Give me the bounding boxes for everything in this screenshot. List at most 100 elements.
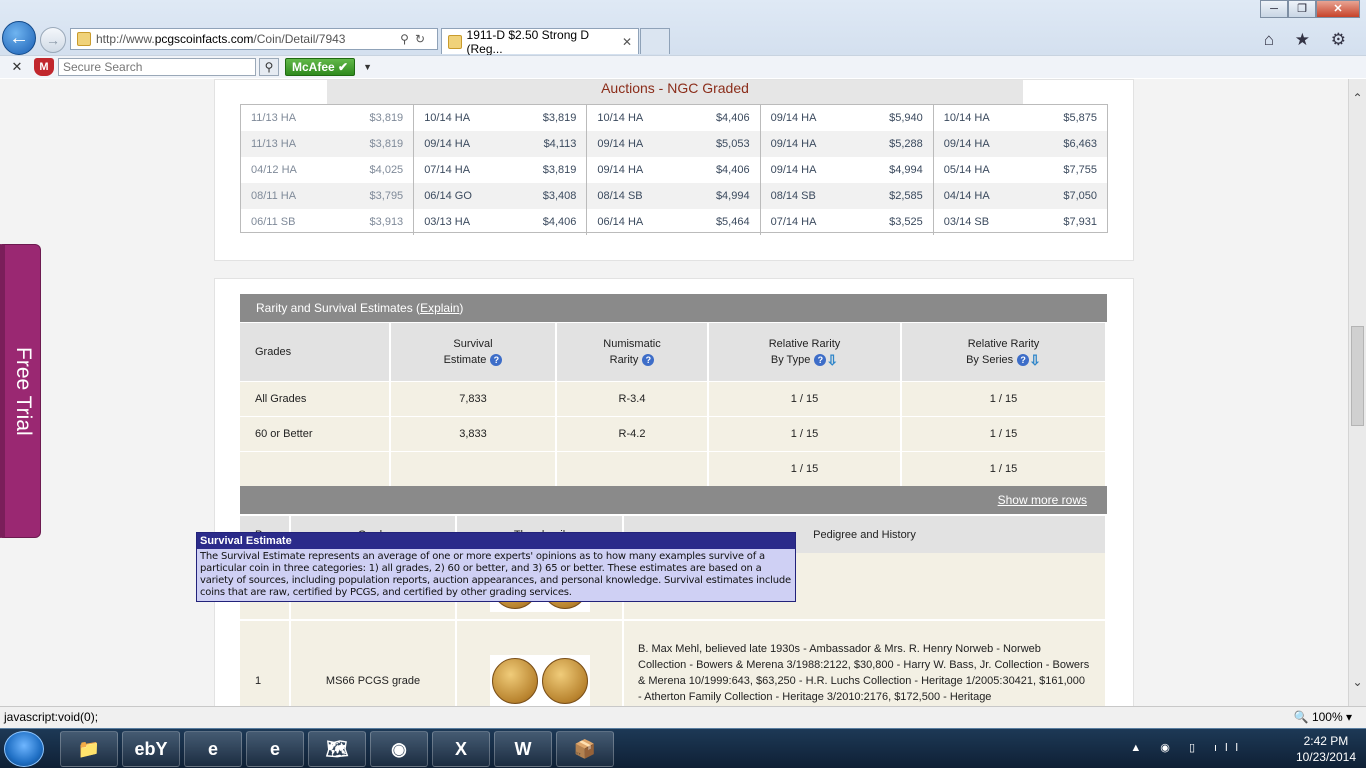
page-viewport: Auctions - NGC Graded 11/13 HA $3,819 11/1… xyxy=(0,79,1348,706)
search-refresh-icon[interactable]: ⚲↻ xyxy=(400,32,431,46)
forward-button[interactable]: → xyxy=(40,27,66,53)
taskbar-app-button[interactable]: e xyxy=(246,731,304,767)
auction-date-link[interactable]: 09/14 HA xyxy=(597,138,643,150)
auction-date-link[interactable]: 09/14 HA xyxy=(771,138,817,150)
browser-chrome: ─ ❐ ✕ ← → http://www. pcgscoinfacts.com/C… xyxy=(0,0,1366,78)
taskbar-app-button[interactable]: 🗺 xyxy=(308,731,366,767)
search-go-icon[interactable]: ⚲ xyxy=(259,58,279,76)
help-icon[interactable]: ? xyxy=(1017,354,1030,367)
auction-row: 11/13 HA $3,819 xyxy=(241,105,413,131)
start-button[interactable] xyxy=(4,731,44,767)
header-grades: Grades xyxy=(240,323,391,381)
rarity-cell-grade xyxy=(240,452,391,486)
new-tab-button[interactable] xyxy=(640,28,670,54)
tab-favicon-icon xyxy=(448,34,462,49)
tab-close-icon[interactable]: ✕ xyxy=(622,35,632,49)
auction-date-link[interactable]: 09/14 HA xyxy=(424,138,470,150)
help-icon[interactable]: ? xyxy=(490,354,503,367)
browser-tab-active[interactable]: 1911-D $2.50 Strong D (Reg... ✕ xyxy=(441,28,639,56)
taskbar-app-button[interactable]: ◉ xyxy=(370,731,428,767)
url-path: /Coin/Detail/7943 xyxy=(253,32,346,46)
auction-date-link[interactable]: 09/14 HA xyxy=(944,138,990,150)
auction-date-link[interactable]: 03/13 HA xyxy=(424,216,470,228)
back-button[interactable]: ← xyxy=(2,21,36,55)
auction-date-link[interactable]: 04/12 HA xyxy=(251,164,297,176)
header-rarity-by-series: Relative Rarity By Series? ⇩ xyxy=(902,323,1107,381)
taskbar-app-button[interactable]: e xyxy=(184,731,242,767)
vertical-scrollbar[interactable]: ⌃ ⌄ xyxy=(1348,79,1366,706)
auction-date-link[interactable]: 09/14 HA xyxy=(771,112,817,124)
auction-date-link[interactable]: 10/14 HA xyxy=(424,112,470,124)
show-more-rows-link[interactable]: Show more rows xyxy=(998,493,1087,507)
auction-row: 09/14 HA $6,463 xyxy=(933,131,1107,157)
auction-row: 10/14 HA $5,875 xyxy=(934,105,1107,131)
auction-row: 09/14 HA $5,288 xyxy=(760,131,933,157)
taskbar-app-button[interactable]: W xyxy=(494,731,552,767)
url-prefix: http://www. xyxy=(96,32,155,46)
minimize-button[interactable]: ─ xyxy=(1260,0,1288,18)
free-trial-tab[interactable]: Free Trial xyxy=(0,244,41,538)
auction-row: 03/13 HA $4,406 xyxy=(414,209,586,235)
taskbar-app-button[interactable]: 📦 xyxy=(556,731,614,767)
thumbnail-cell xyxy=(457,621,624,706)
auction-date-link[interactable]: 06/11 SB xyxy=(251,216,295,228)
auction-date-link[interactable]: 07/14 HA xyxy=(771,216,817,228)
auction-date-link[interactable]: 09/14 HA xyxy=(597,164,643,176)
explain-link[interactable]: Explain xyxy=(420,301,459,315)
scroll-thumb[interactable] xyxy=(1351,326,1364,426)
auction-date-link[interactable]: 06/14 HA xyxy=(597,216,643,228)
taskbar-app-button[interactable]: X xyxy=(432,731,490,767)
secure-search-input[interactable]: Secure Search xyxy=(58,58,256,76)
auction-row: 04/12 HA $4,025 xyxy=(241,157,413,183)
scroll-down-icon[interactable]: ⌄ xyxy=(1349,675,1366,692)
auction-price: $3,819 xyxy=(542,164,577,176)
scroll-up-icon[interactable]: ⌃ xyxy=(1349,91,1366,108)
auction-date-link[interactable]: 04/14 HA xyxy=(944,190,990,202)
auction-price: $5,464 xyxy=(715,216,750,228)
auction-price: $3,819 xyxy=(369,138,404,150)
auction-row: 09/14 HA $4,406 xyxy=(587,157,759,183)
show-more-bar: Show more rows xyxy=(240,486,1107,514)
rarity-cell-survival: 7,833 xyxy=(391,382,557,416)
zoom-level[interactable]: 🔍 100% ▾ xyxy=(1294,707,1352,728)
auction-date-link[interactable]: 08/14 SB xyxy=(597,190,642,202)
rarity-cell-grade: All Grades xyxy=(240,382,391,416)
addon-toolbar: ✕ M Secure Search ⚲ McAfee ✔ ▼ xyxy=(0,55,1366,78)
auction-date-link[interactable]: 06/14 GO xyxy=(424,190,472,202)
forward-arrow-icon: → xyxy=(46,32,60,48)
clock[interactable]: 2:42 PM 10/23/2014 xyxy=(1296,733,1356,765)
close-window-button[interactable]: ✕ xyxy=(1316,0,1360,18)
sort-arrow-icon[interactable]: ⇩ xyxy=(826,352,838,368)
auction-date-link[interactable]: 08/11 HA xyxy=(251,190,296,202)
auction-date-link[interactable]: 10/14 HA xyxy=(597,112,643,124)
auction-date-link[interactable]: 11/13 HA xyxy=(251,112,296,124)
coin-thumbnail[interactable] xyxy=(489,655,590,706)
sort-arrow-icon[interactable]: ⇩ xyxy=(1029,352,1041,368)
auction-date-link[interactable]: 05/14 HA xyxy=(944,164,990,176)
auction-date-link[interactable]: 10/14 HA xyxy=(944,112,990,124)
auction-price: $3,819 xyxy=(542,112,577,124)
auction-row: 09/14 HA $5,053 xyxy=(587,131,760,157)
grade-cell: MS66 PCGS grade xyxy=(291,621,457,706)
mcafee-button[interactable]: McAfee ✔ xyxy=(285,58,356,76)
taskbar-app-button[interactable]: ebY xyxy=(122,731,180,767)
help-icon[interactable]: ? xyxy=(814,354,827,367)
dropdown-arrow-icon[interactable]: ▼ xyxy=(363,62,372,72)
toolbar-close-icon[interactable]: ✕ xyxy=(0,59,34,75)
auction-date-link[interactable]: 08/14 SB xyxy=(771,190,816,202)
help-icon[interactable]: ? xyxy=(642,354,655,367)
auctions-table: 11/13 HA $3,819 11/13 HA $3,819 04/12 HA $4,0… xyxy=(240,104,1108,235)
site-favicon-icon xyxy=(77,32,91,46)
auction-row: 07/14 HA $3,525 xyxy=(761,209,933,235)
auction-date-link[interactable]: 03/14 SB xyxy=(944,216,989,228)
auction-date-link[interactable]: 11/13 HA xyxy=(251,138,296,150)
maximize-button[interactable]: ❐ xyxy=(1288,0,1316,18)
pedigree-row: 1 MS66 PCGS grade B. Max Mehl, believed … xyxy=(240,621,1107,706)
home-favorites-tools-icon[interactable]: ⌂ ★ ⚙ xyxy=(1264,30,1354,50)
auction-date-link[interactable]: 09/14 HA xyxy=(771,164,817,176)
taskbar-app-button[interactable]: 📁 xyxy=(60,731,118,767)
coin-reverse-image xyxy=(541,658,588,704)
address-bar[interactable]: http://www. pcgscoinfacts.com/Coin/Detail… xyxy=(70,28,438,50)
auction-date-link[interactable]: 07/14 HA xyxy=(424,164,470,176)
system-tray-icons[interactable]: ▲ ◉ ▯ ıll xyxy=(1130,741,1246,754)
